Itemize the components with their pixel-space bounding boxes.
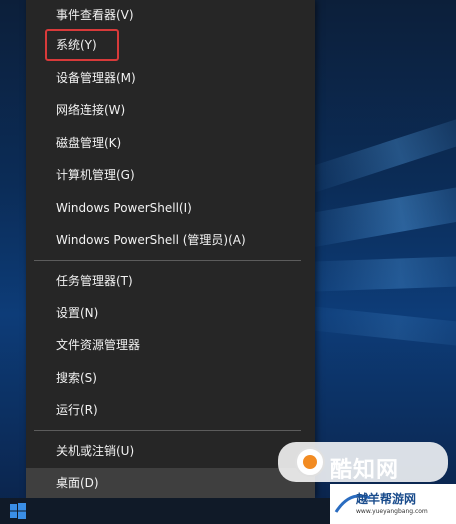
- menu-item-settings[interactable]: 设置(N): [26, 298, 315, 328]
- windows-logo-icon[interactable]: [10, 503, 26, 519]
- watermark-secondary-text: 越羊帮游网: [356, 492, 417, 506]
- menu-item-event-viewer[interactable]: 事件查看器(V): [26, 0, 315, 30]
- desktop-light-beam: [297, 305, 456, 350]
- menu-item-device-manager[interactable]: 设备管理器(M): [26, 63, 315, 93]
- menu-item-file-explorer[interactable]: 文件资源管理器: [26, 330, 315, 360]
- menu-separator: [34, 260, 301, 261]
- winx-context-menu: 事件查看器(V) 系统(Y) 设备管理器(M) 网络连接(W) 磁盘管理(K) …: [26, 0, 315, 498]
- desktop-light-beam: [300, 255, 456, 292]
- menu-item-network-connections[interactable]: 网络连接(W): [26, 95, 315, 125]
- watermark-brand-text: 酷知网: [330, 457, 400, 483]
- menu-item-disk-management[interactable]: 磁盘管理(K): [26, 128, 315, 158]
- menu-item-run[interactable]: 运行(R): [26, 395, 315, 425]
- menu-item-powershell[interactable]: Windows PowerShell(I): [26, 193, 315, 223]
- menu-item-task-manager[interactable]: 任务管理器(T): [26, 266, 315, 296]
- watermark-url: www.yueyangbang.com: [356, 508, 428, 515]
- menu-item-powershell-admin[interactable]: Windows PowerShell (管理员)(A): [26, 225, 315, 255]
- desktop-light-beam: [300, 108, 456, 195]
- highlight-annotation-box: [45, 29, 119, 61]
- menu-separator: [34, 430, 301, 431]
- menu-item-search[interactable]: 搜索(S): [26, 363, 315, 393]
- desktop-light-beam: [300, 180, 456, 249]
- menu-item-computer-management[interactable]: 计算机管理(G): [26, 160, 315, 190]
